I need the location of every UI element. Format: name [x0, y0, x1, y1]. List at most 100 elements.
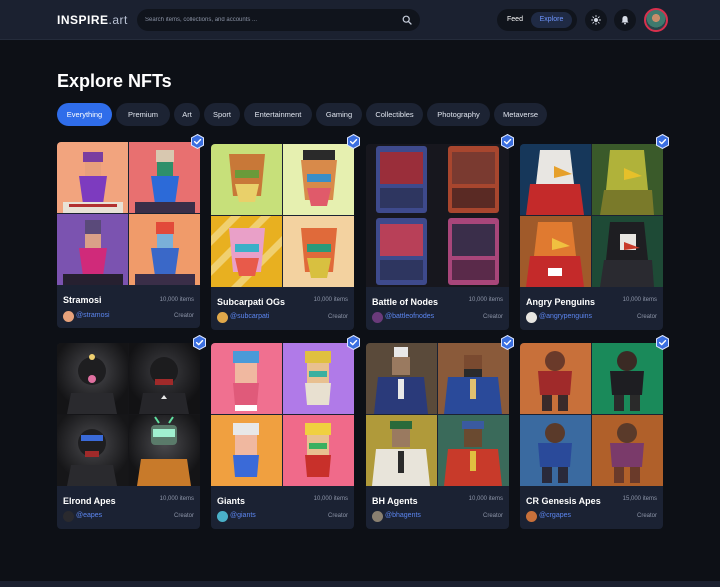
- creator-avatar[interactable]: [526, 511, 537, 522]
- creator-role: Creator: [636, 513, 657, 519]
- creator-avatar[interactable]: [217, 312, 228, 323]
- collection-thumbnails: [520, 144, 663, 287]
- app-logo[interactable]: INSPIRE.art: [57, 13, 128, 27]
- nav-switcher: Feed Explore: [497, 9, 577, 31]
- collection-name[interactable]: BH Agents: [372, 496, 418, 506]
- collection-card[interactable]: Angry Penguins 10,000 items @angrypengui…: [520, 144, 663, 330]
- creator-handle[interactable]: @battleofnodes: [385, 313, 434, 320]
- creator-role: Creator: [173, 313, 194, 319]
- notifications-button[interactable]: [614, 9, 636, 31]
- nft-thumbnail: [57, 142, 128, 213]
- collection-name[interactable]: Giants: [217, 496, 245, 506]
- creator-handle[interactable]: @crgapes: [539, 512, 571, 519]
- filter-chip-premium[interactable]: Premium: [116, 103, 170, 126]
- collection-card[interactable]: Battle of Nodes 10,000 items @battleofno…: [366, 144, 509, 330]
- collection-thumbnails: [211, 144, 354, 287]
- page-title: Explore NFTs: [57, 71, 172, 91]
- verified-badge-icon: [347, 335, 360, 350]
- nft-thumbnail: [438, 216, 509, 287]
- nft-thumbnail: [592, 343, 663, 414]
- creator-handle[interactable]: @eapes: [76, 512, 102, 519]
- collection-name[interactable]: Elrond Apes: [63, 496, 116, 506]
- creator-handle[interactable]: @giants: [230, 512, 256, 519]
- filter-chip-everything[interactable]: Everything: [57, 103, 112, 126]
- nft-thumbnail: [283, 144, 354, 215]
- top-bar: INSPIRE.art Feed Explore: [0, 0, 720, 40]
- creator-handle[interactable]: @angrypenguins: [539, 313, 592, 320]
- nft-thumbnail: [520, 343, 591, 414]
- collection-item-count: 10,000 items: [468, 496, 503, 502]
- filter-chip-art[interactable]: Art: [174, 103, 200, 126]
- creator-avatar[interactable]: [372, 511, 383, 522]
- creator-avatar[interactable]: [526, 312, 537, 323]
- nft-thumbnail: [129, 214, 200, 285]
- creator-avatar[interactable]: [372, 312, 383, 323]
- nft-thumbnail: [211, 415, 282, 486]
- collection-item-count: 15,000 items: [622, 496, 657, 502]
- nft-thumbnail: [129, 142, 200, 213]
- creator-role: Creator: [327, 513, 348, 519]
- collection-card[interactable]: Subcarpati OGs 10,000 items @subcarpati …: [211, 144, 354, 330]
- search-bar[interactable]: [137, 9, 420, 31]
- collection-card[interactable]: BH Agents 10,000 items @bhagents Creator: [366, 343, 509, 529]
- filter-chip-collectibles[interactable]: Collectibles: [366, 103, 423, 126]
- collection-name[interactable]: Subcarpati OGs: [217, 297, 285, 307]
- verified-badge-icon: [501, 134, 514, 149]
- creator-handle[interactable]: @bhagents: [385, 512, 421, 519]
- verified-badge-icon: [501, 335, 514, 350]
- collection-card[interactable]: Stramosi 10,000 items @stramosi Creator: [57, 142, 200, 328]
- filter-chip-metaverse[interactable]: Metaverse: [494, 103, 547, 126]
- user-avatar[interactable]: [644, 8, 668, 32]
- filter-chip-sport[interactable]: Sport: [204, 103, 240, 126]
- creator-avatar[interactable]: [63, 311, 74, 322]
- filter-chip-entertainment[interactable]: Entertainment: [244, 103, 312, 126]
- collection-item-count: 10,000 items: [159, 297, 194, 303]
- search-icon[interactable]: [402, 15, 412, 25]
- nft-thumbnail: [366, 144, 437, 215]
- collection-name[interactable]: Battle of Nodes: [372, 297, 438, 307]
- nft-thumbnail: [283, 415, 354, 486]
- collection-item-count: 10,000 items: [468, 297, 503, 303]
- creator-role: Creator: [482, 513, 503, 519]
- creator-avatar[interactable]: [217, 511, 228, 522]
- creator-avatar[interactable]: [63, 511, 74, 522]
- collection-thumbnails: [366, 343, 509, 486]
- nft-thumbnail: [592, 144, 663, 215]
- nft-thumbnail: [520, 144, 591, 215]
- filter-chip-gaming[interactable]: Gaming: [316, 103, 362, 126]
- verified-badge-icon: [656, 335, 669, 350]
- theme-toggle-button[interactable]: [585, 9, 607, 31]
- creator-handle[interactable]: @stramosi: [76, 312, 110, 319]
- collection-name[interactable]: Stramosi: [63, 295, 102, 305]
- nft-thumbnail: [520, 216, 591, 287]
- nft-thumbnail: [366, 415, 437, 486]
- nft-thumbnail: [520, 415, 591, 486]
- nft-thumbnail: [211, 144, 282, 215]
- nft-thumbnail: [211, 216, 282, 287]
- nft-thumbnail: [129, 415, 200, 486]
- collection-item-count: 10,000 items: [313, 496, 348, 502]
- nft-thumbnail: [211, 343, 282, 414]
- nav-feed-tab[interactable]: Feed: [501, 12, 529, 28]
- nav-explore-tab[interactable]: Explore: [531, 12, 572, 28]
- nft-thumbnail: [438, 144, 509, 215]
- collection-name[interactable]: CR Genesis Apes: [526, 496, 601, 506]
- nft-thumbnail: [283, 343, 354, 414]
- collection-card[interactable]: Giants 10,000 items @giants Creator: [211, 343, 354, 529]
- verified-badge-icon: [193, 335, 206, 350]
- nft-thumbnail: [366, 343, 437, 414]
- search-input[interactable]: [145, 13, 395, 27]
- collection-card[interactable]: CR Genesis Apes 15,000 items @crgapes Cr…: [520, 343, 663, 529]
- filter-chip-photography[interactable]: Photography: [427, 103, 490, 126]
- collection-card[interactable]: Elrond Apes 10,000 items @eapes Creator: [57, 343, 200, 529]
- collection-thumbnails: [57, 142, 200, 285]
- creator-handle[interactable]: @subcarpati: [230, 313, 269, 320]
- nft-thumbnail: [57, 415, 128, 486]
- collection-item-count: 10,000 items: [622, 297, 657, 303]
- collection-name[interactable]: Angry Penguins: [526, 297, 595, 307]
- creator-role: Creator: [327, 314, 348, 320]
- collection-item-count: 10,000 items: [313, 297, 348, 303]
- nft-thumbnail: [57, 343, 128, 414]
- collection-thumbnails: [520, 343, 663, 486]
- nft-thumbnail: [283, 216, 354, 287]
